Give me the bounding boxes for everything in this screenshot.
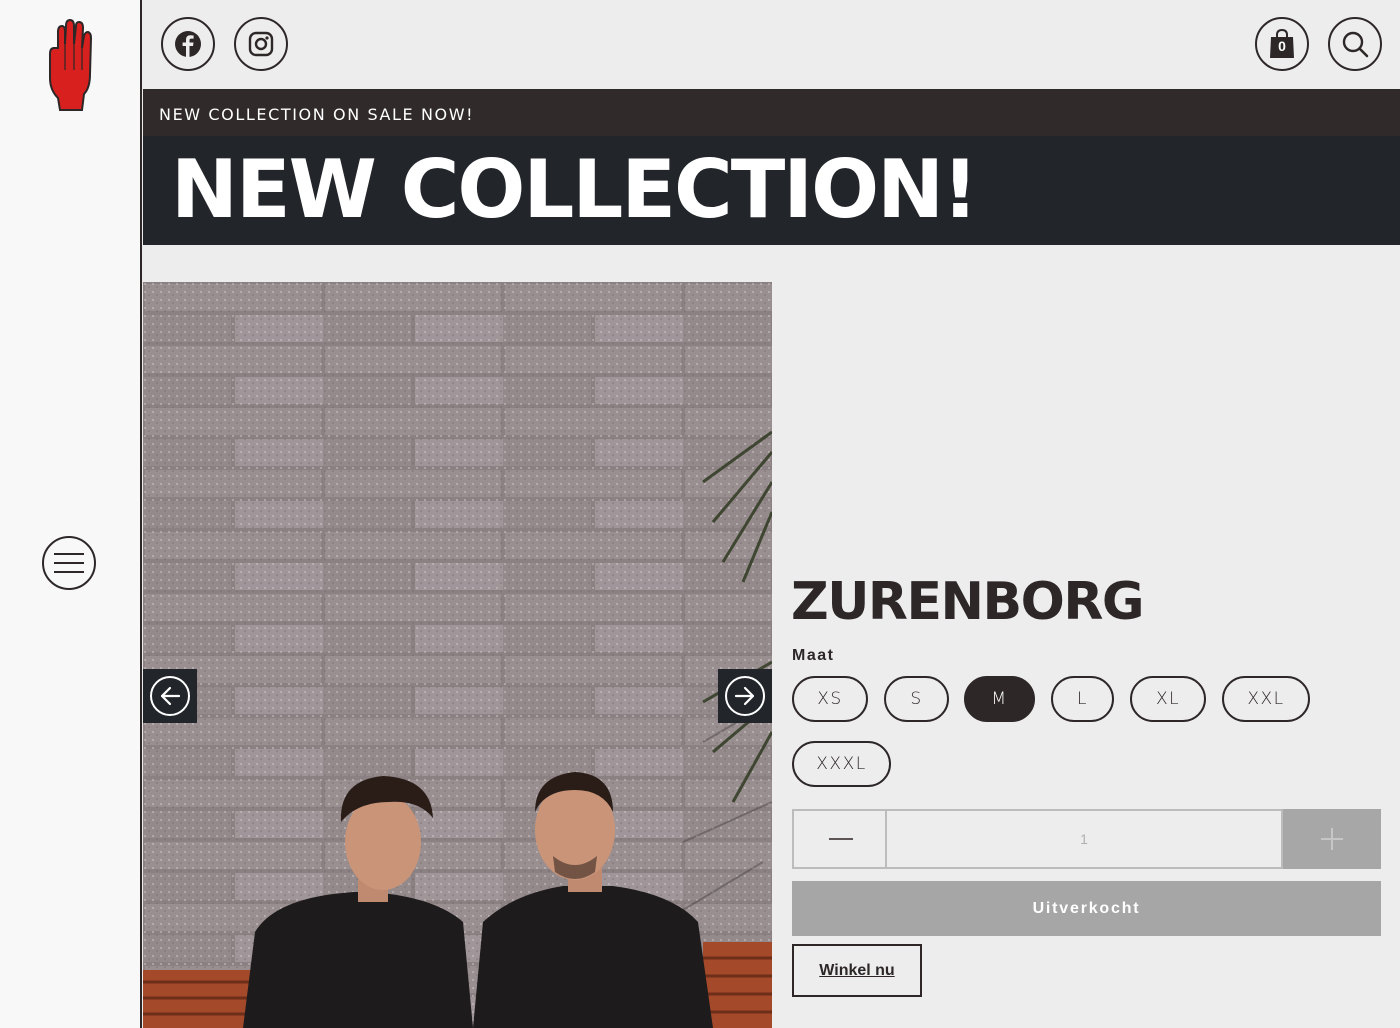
- search-button[interactable]: [1328, 17, 1382, 71]
- size-option-xl[interactable]: XL: [1130, 676, 1206, 722]
- product-photo: [143, 282, 772, 1028]
- arrow-left-icon: [160, 686, 181, 706]
- cart-count: 0: [1278, 38, 1286, 54]
- size-option-s[interactable]: S: [884, 676, 949, 722]
- size-label: Maat: [792, 647, 835, 664]
- announcement-bar: NEW COLLECTION ON SALE NOW!: [143, 89, 1400, 136]
- size-option-l[interactable]: L: [1051, 676, 1114, 722]
- header: 0: [143, 0, 1400, 89]
- menu-button[interactable]: [42, 536, 96, 590]
- quantity-stepper: 1: [792, 809, 1381, 869]
- size-option-xxxl[interactable]: XXXL: [792, 741, 891, 787]
- quantity-input[interactable]: 1: [885, 809, 1283, 869]
- product-title: ZURENBORG: [791, 572, 1145, 632]
- cart-button[interactable]: 0: [1255, 17, 1309, 71]
- quantity-decrease-button[interactable]: [792, 809, 887, 869]
- hero-title: NEW COLLECTION!: [143, 136, 1400, 245]
- size-option-xxl[interactable]: XXL: [1222, 676, 1310, 722]
- left-sidebar: [0, 0, 142, 1028]
- size-option-xs[interactable]: XS: [792, 676, 868, 722]
- shop-now-button[interactable]: Winkel nu: [792, 944, 922, 997]
- size-option-m[interactable]: M: [964, 676, 1035, 722]
- product-image-gallery: [143, 282, 772, 1028]
- instagram-button[interactable]: [234, 17, 288, 71]
- instagram-icon: [248, 31, 274, 57]
- hamburger-icon: [54, 553, 84, 555]
- next-image-button[interactable]: [718, 669, 772, 723]
- sold-out-button[interactable]: Uitverkocht: [792, 881, 1381, 936]
- minus-icon: [828, 838, 853, 840]
- previous-image-button[interactable]: [143, 669, 197, 723]
- quantity-increase-button[interactable]: [1283, 809, 1381, 869]
- red-hand-logo[interactable]: [44, 18, 96, 114]
- facebook-icon: [175, 31, 201, 57]
- facebook-button[interactable]: [161, 17, 215, 71]
- search-icon: [1342, 31, 1369, 58]
- arrow-right-icon: [734, 686, 755, 706]
- plus-icon: [1321, 828, 1343, 850]
